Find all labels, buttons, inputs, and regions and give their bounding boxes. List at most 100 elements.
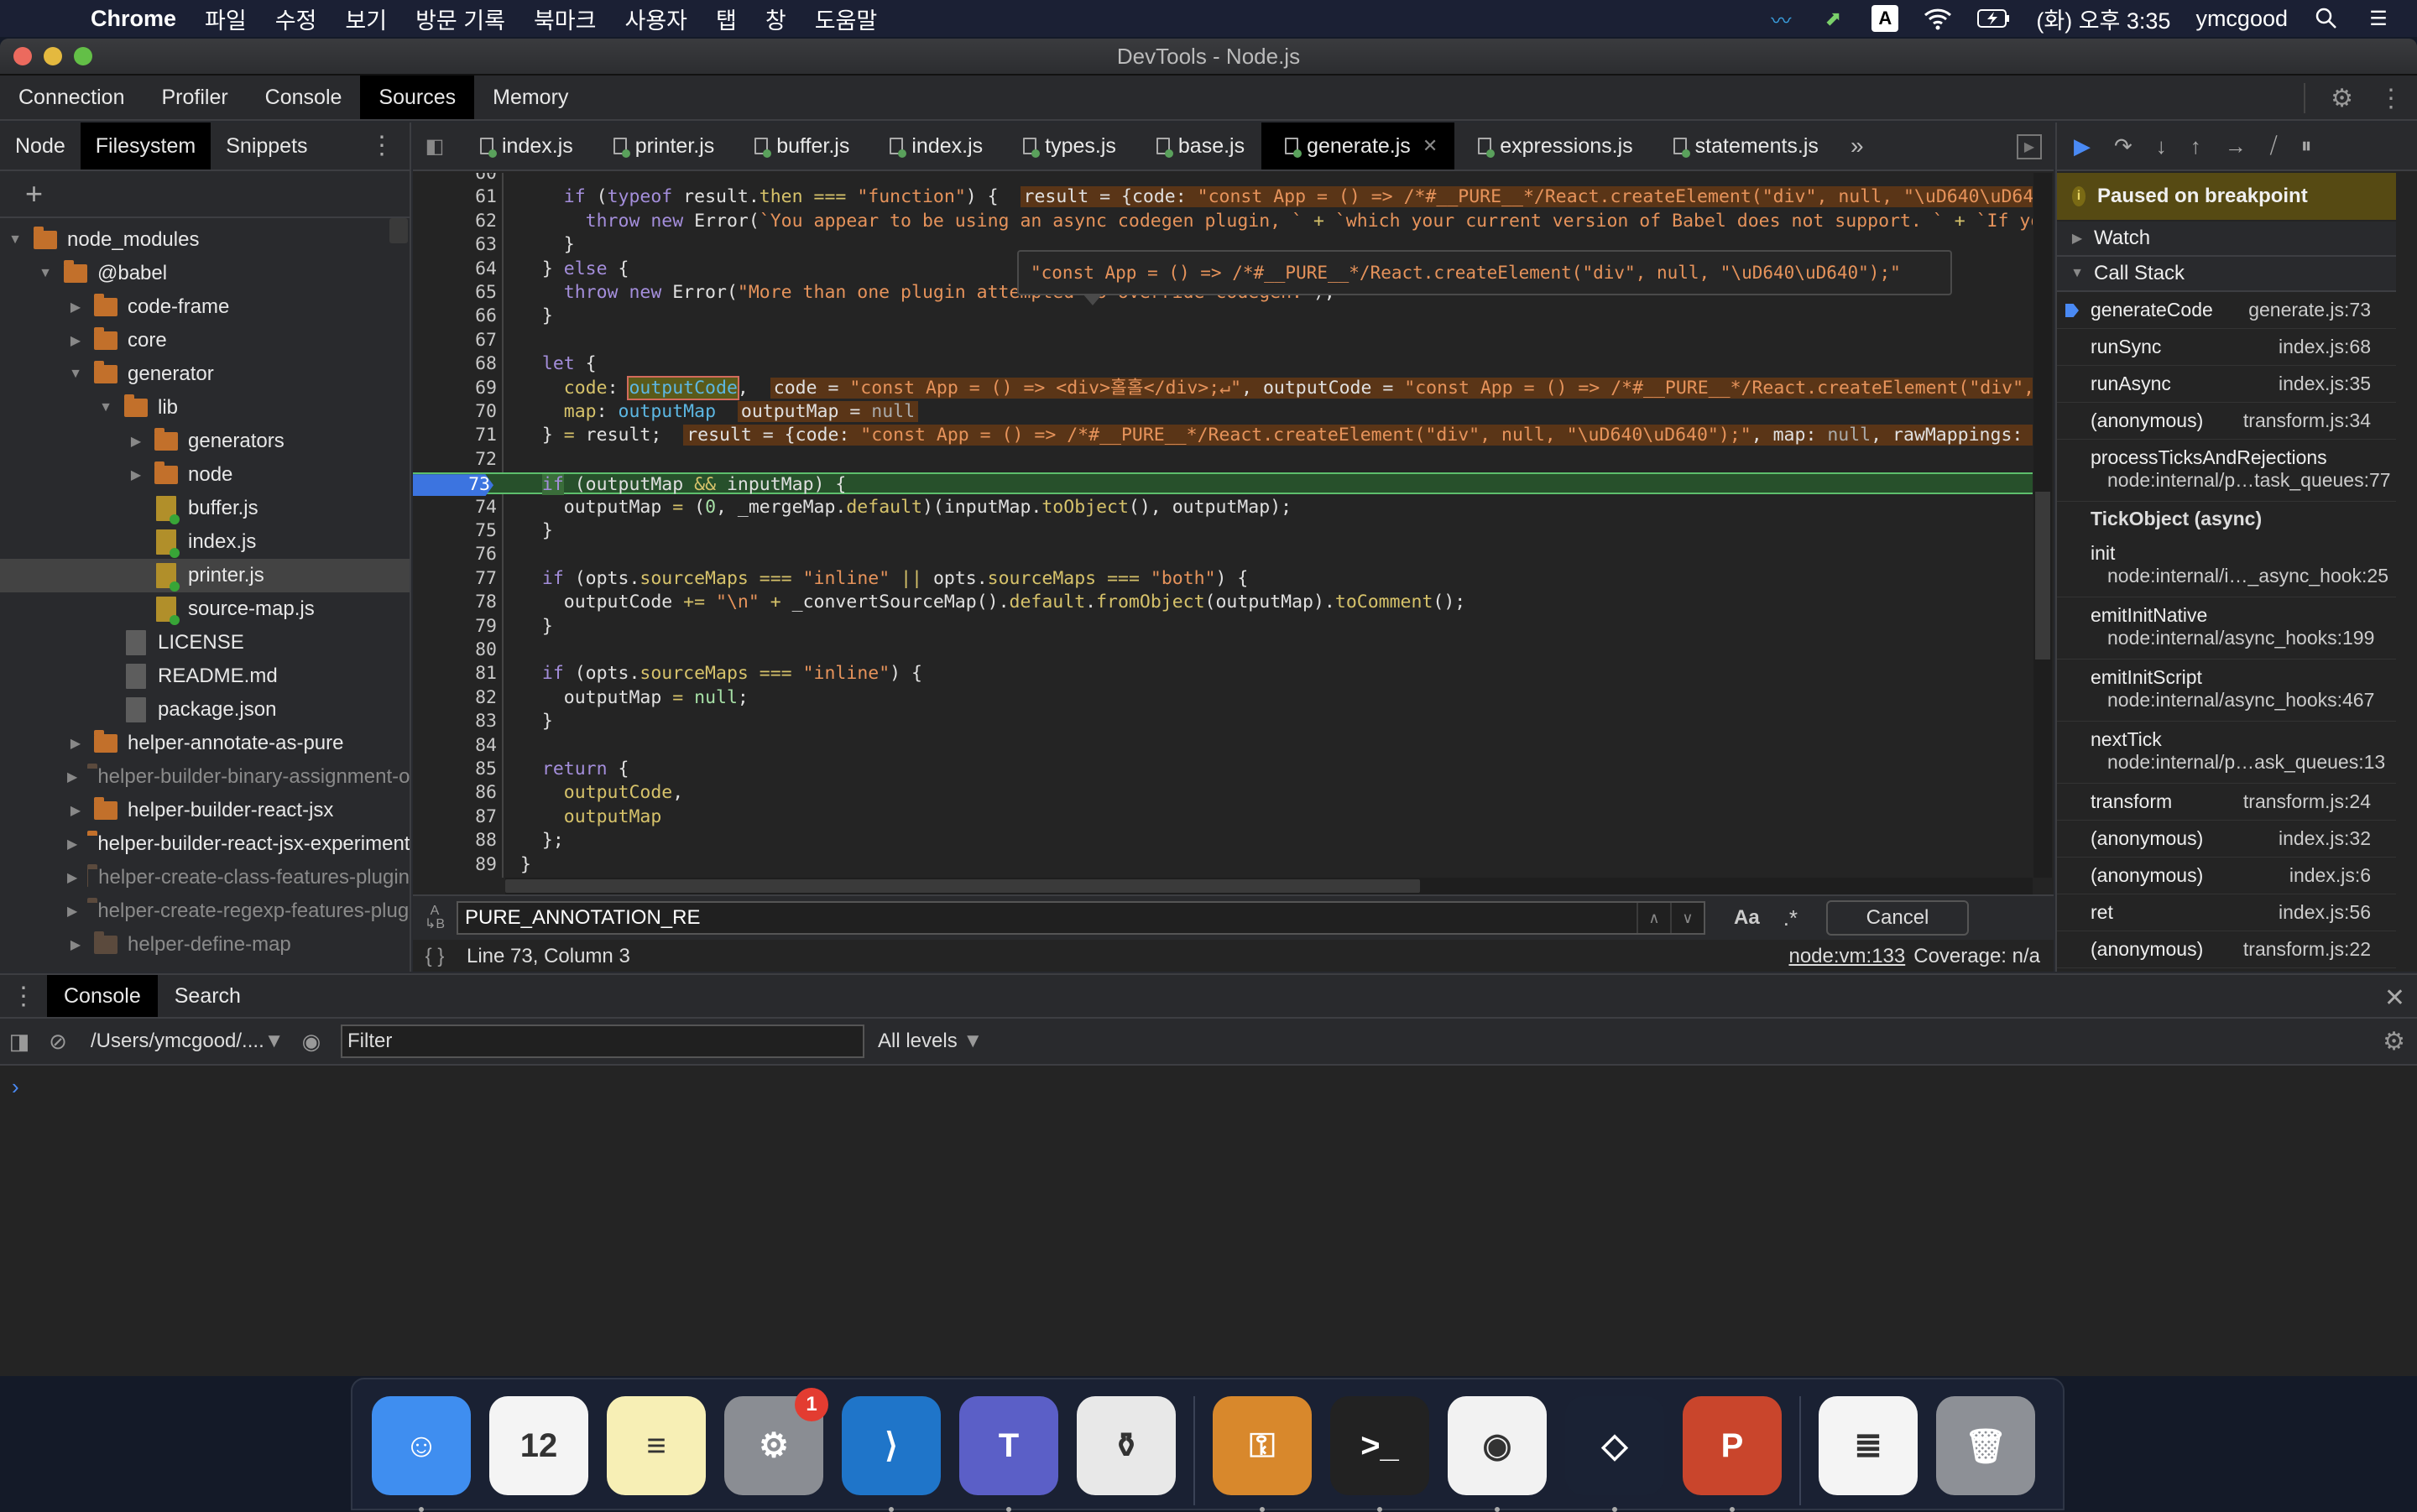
input-source-icon[interactable]: A xyxy=(1871,5,1899,32)
context-selector[interactable]: /Users/ymcgood/.... ▼ xyxy=(91,1030,292,1053)
log-levels-dropdown[interactable]: All levels ▼ xyxy=(878,1030,983,1053)
tab-profiler[interactable]: Profiler xyxy=(143,76,246,119)
console-filter-input[interactable]: Filter xyxy=(341,1025,864,1058)
tree-item[interactable]: ▼ @babel xyxy=(0,257,410,290)
close-tab-icon[interactable]: ✕ xyxy=(1423,135,1438,157)
find-previous-button[interactable]: ∧ xyxy=(1637,903,1670,933)
step-out-icon[interactable]: ↑ xyxy=(2190,133,2201,159)
editor-tab[interactable]: statements.js xyxy=(1650,123,1835,169)
line-number[interactable]: 63 xyxy=(413,234,497,256)
call-frame[interactable]: (anonymous) transform.js:22 xyxy=(2057,931,2396,968)
close-drawer-icon[interactable]: ✕ xyxy=(2384,983,2405,1013)
tree-item[interactable]: ▶printer.js xyxy=(0,559,410,592)
dock-app-calendar[interactable]: 12 xyxy=(489,1396,588,1495)
line-number[interactable]: 87 xyxy=(413,806,497,828)
spotlight-search-icon[interactable] xyxy=(2313,5,2340,32)
navigator-more-icon[interactable]: ⋮ xyxy=(369,131,394,160)
tree-item[interactable]: ▼ generator xyxy=(0,357,410,391)
more-options-icon[interactable]: ⋮ xyxy=(2378,84,2404,113)
dock-app-trash[interactable]: 🗑 xyxy=(1936,1396,2035,1495)
expand-arrow-icon[interactable]: ▶ xyxy=(67,735,84,752)
line-number[interactable]: 79 xyxy=(413,616,497,638)
clock[interactable]: (화) 오후 3:35 xyxy=(2036,3,2170,35)
resume-icon[interactable]: ▶ xyxy=(2074,133,2091,159)
editor-tab[interactable]: base.js xyxy=(1133,123,1261,169)
call-frame[interactable]: (anonymous) index.js:32 xyxy=(2057,821,2396,858)
call-frame[interactable]: (anonymous) index.js:6 xyxy=(2057,858,2396,894)
line-number[interactable]: 80 xyxy=(413,639,497,661)
tree-item[interactable]: ▶source-map.js xyxy=(0,592,410,626)
editor-tab[interactable]: index.js xyxy=(866,123,1000,169)
line-number[interactable]: 73 xyxy=(413,474,493,497)
frame-location[interactable]: node:internal/p…ask_queues:13 xyxy=(2091,751,2396,774)
console-settings-gear-icon[interactable]: ⚙ xyxy=(2383,1027,2405,1056)
frame-location[interactable]: index.js:68 xyxy=(2279,336,2371,358)
dock-app-pitcher[interactable]: ⚱ xyxy=(1077,1396,1176,1495)
dock-app-terminal[interactable]: >_ xyxy=(1330,1396,1429,1512)
menu-profiles[interactable]: 사용자 xyxy=(624,3,687,35)
console-prompt[interactable]: › xyxy=(0,1066,2417,1100)
tree-item[interactable]: ▶package.json xyxy=(0,693,410,727)
line-number[interactable]: 82 xyxy=(413,687,497,709)
line-number[interactable]: 70 xyxy=(413,401,497,423)
wifi-icon[interactable] xyxy=(1924,5,1952,32)
expand-arrow-icon[interactable]: ▶ xyxy=(67,769,77,785)
find-input[interactable]: PURE_ANNOTATION_RE ∧ ∨ xyxy=(457,901,1705,935)
toggle-navigator-button[interactable]: ◧ xyxy=(413,123,457,169)
step-over-icon[interactable]: ↷ xyxy=(2114,133,2132,159)
line-number[interactable]: 69 xyxy=(413,378,497,399)
match-case-button[interactable]: Aa xyxy=(1734,906,1760,930)
menu-file[interactable]: 파일 xyxy=(205,3,247,35)
call-frame[interactable]: emitInitScript node:internal/async_hooks:… xyxy=(2057,660,2396,722)
expand-arrow-icon[interactable]: ▶ xyxy=(67,332,84,349)
source-link[interactable]: node:vm:133 xyxy=(1788,945,1905,968)
tree-item[interactable]: ▶buffer.js xyxy=(0,492,410,525)
drawer-tab-search[interactable]: Search xyxy=(158,975,258,1017)
watch-section-header[interactable]: ▶ Watch xyxy=(2057,222,2396,257)
frame-location[interactable]: transform.js:24 xyxy=(2243,790,2371,813)
call-frame[interactable]: generateCode generate.js:73 xyxy=(2057,292,2396,329)
menu-tab[interactable]: 탭 xyxy=(716,3,737,35)
frame-location[interactable]: index.js:35 xyxy=(2279,373,2371,395)
live-expression-eye-icon[interactable]: ◉ xyxy=(292,1029,331,1055)
line-number[interactable]: 81 xyxy=(413,663,497,685)
editor-tab[interactable]: buffer.js xyxy=(731,123,866,169)
collapse-arrow-icon[interactable]: ▼ xyxy=(37,266,54,281)
navigator-tab-filesystem[interactable]: Filesystem xyxy=(80,123,211,169)
line-number[interactable]: 78 xyxy=(413,592,497,613)
pause-on-exceptions-icon[interactable]: ⏸ xyxy=(2301,133,2312,159)
menu-window[interactable]: 창 xyxy=(765,3,786,35)
expand-arrow-icon[interactable]: ▶ xyxy=(128,467,144,483)
line-number[interactable]: 74 xyxy=(413,497,497,519)
collapse-arrow-icon[interactable]: ▼ xyxy=(67,367,84,382)
line-number[interactable]: 60 xyxy=(413,173,497,185)
call-frame[interactable]: transform transform.js:24 xyxy=(2057,784,2396,821)
drawer-more-icon[interactable]: ⋮ xyxy=(0,975,47,1017)
navigator-tab-node[interactable]: Node xyxy=(0,123,81,169)
drawer-tab-console[interactable]: Console xyxy=(47,975,158,1017)
frame-location[interactable]: node:internal/p…task_queues:77 xyxy=(2091,469,2396,492)
frame-location[interactable]: generate.js:73 xyxy=(2248,299,2371,321)
tree-item[interactable]: ▼ node_modules xyxy=(0,223,410,257)
line-number[interactable]: 76 xyxy=(413,544,497,566)
dock-app-microsoft-powerpoint[interactable]: P xyxy=(1683,1396,1782,1512)
tree-item[interactable]: ▶ code-frame xyxy=(0,290,410,324)
tree-item[interactable]: ▶README.md xyxy=(0,660,410,693)
expand-arrow-icon[interactable]: ▶ xyxy=(67,836,77,852)
tree-scrollbar[interactable] xyxy=(389,218,408,243)
call-frame[interactable]: processTicksAndRejections node:internal/p… xyxy=(2057,440,2396,502)
scroll-thumb[interactable] xyxy=(505,879,1420,893)
line-number[interactable]: 64 xyxy=(413,258,497,280)
menu-help[interactable]: 도움말 xyxy=(815,3,878,35)
dock-app-finder[interactable]: ☺ xyxy=(372,1396,471,1512)
tree-item[interactable]: ▶index.js xyxy=(0,525,410,559)
line-number[interactable]: 67 xyxy=(413,330,497,352)
tree-item[interactable]: ▼ lib xyxy=(0,391,410,425)
expand-arrow-icon[interactable]: ▶ xyxy=(67,869,77,886)
line-number[interactable]: 85 xyxy=(413,759,497,780)
tab-sources[interactable]: Sources xyxy=(360,76,475,119)
editor-vertical-scrollbar[interactable] xyxy=(2033,173,2052,878)
dock-app-notes[interactable]: ≡ xyxy=(607,1396,706,1495)
editor-tab[interactable]: generate.js ✕ xyxy=(1261,123,1455,169)
sync-app-icon[interactable]: ⬈ xyxy=(1819,5,1846,32)
